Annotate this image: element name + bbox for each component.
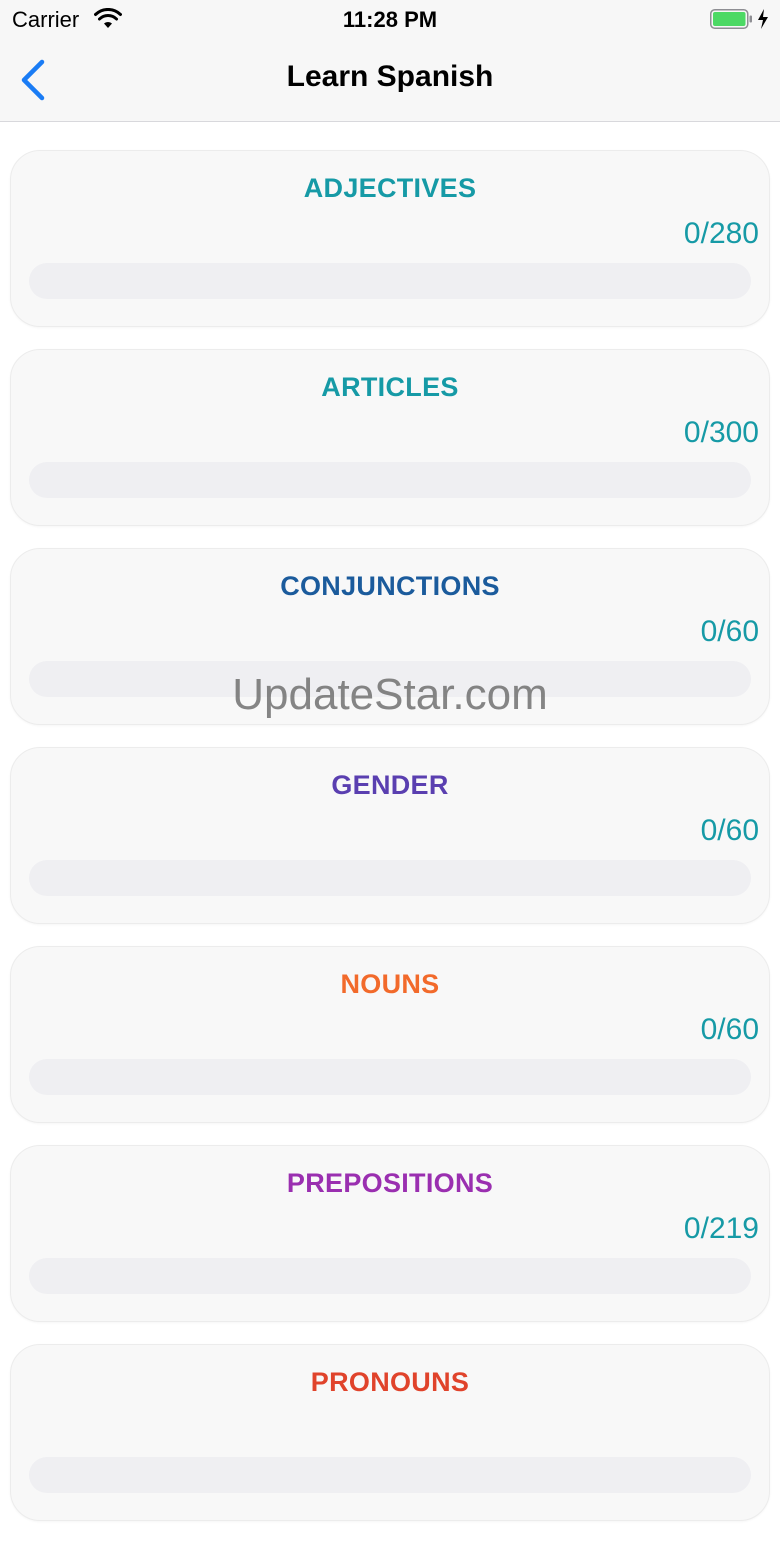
progress-bar: [29, 263, 751, 299]
progress-bar: [29, 462, 751, 498]
category-title: PRONOUNS: [310, 1367, 470, 1397]
progress-bar: [29, 661, 751, 697]
category-card-nouns[interactable]: NOUNS 0/60: [10, 946, 770, 1123]
progress-bar: [29, 1258, 751, 1294]
charging-bolt-icon: [758, 9, 768, 29]
navigation-bar: Learn Spanish: [0, 40, 780, 122]
category-card-adjectives[interactable]: ADJECTIVES 0/280: [10, 150, 770, 327]
progress-bar: [29, 1059, 751, 1095]
progress-bar: [29, 1457, 751, 1493]
progress-bar: [29, 860, 751, 896]
category-title: GENDER: [331, 770, 449, 800]
category-list: ADJECTIVES 0/280 ARTICLES 0/300 CONJUNCT…: [10, 150, 770, 1543]
category-title: PREPOSITIONS: [286, 1168, 494, 1198]
category-title: NOUNS: [340, 969, 440, 999]
category-count: 0/300: [683, 416, 759, 449]
category-title: ARTICLES: [321, 372, 459, 402]
category-count: 0/60: [700, 814, 759, 847]
category-card-conjunctions[interactable]: CONJUNCTIONS 0/60: [10, 548, 770, 725]
battery-icon: [710, 9, 752, 29]
category-count: 0/280: [683, 217, 759, 250]
category-card-gender[interactable]: GENDER 0/60: [10, 747, 770, 924]
category-title: ADJECTIVES: [303, 173, 477, 203]
page-title: Learn Spanish: [286, 60, 494, 93]
category-count: 0/219: [683, 1212, 759, 1245]
category-title: CONJUNCTIONS: [280, 571, 500, 601]
category-count: 0/60: [700, 1013, 759, 1046]
category-card-pronouns[interactable]: PRONOUNS: [10, 1344, 770, 1521]
category-card-prepositions[interactable]: PREPOSITIONS 0/219: [10, 1145, 770, 1322]
category-card-articles[interactable]: ARTICLES 0/300: [10, 349, 770, 526]
status-bar: Carrier 11:28 PM: [0, 0, 780, 40]
category-count: 0/60: [700, 615, 759, 648]
clock: 11:28 PM: [342, 7, 438, 32]
